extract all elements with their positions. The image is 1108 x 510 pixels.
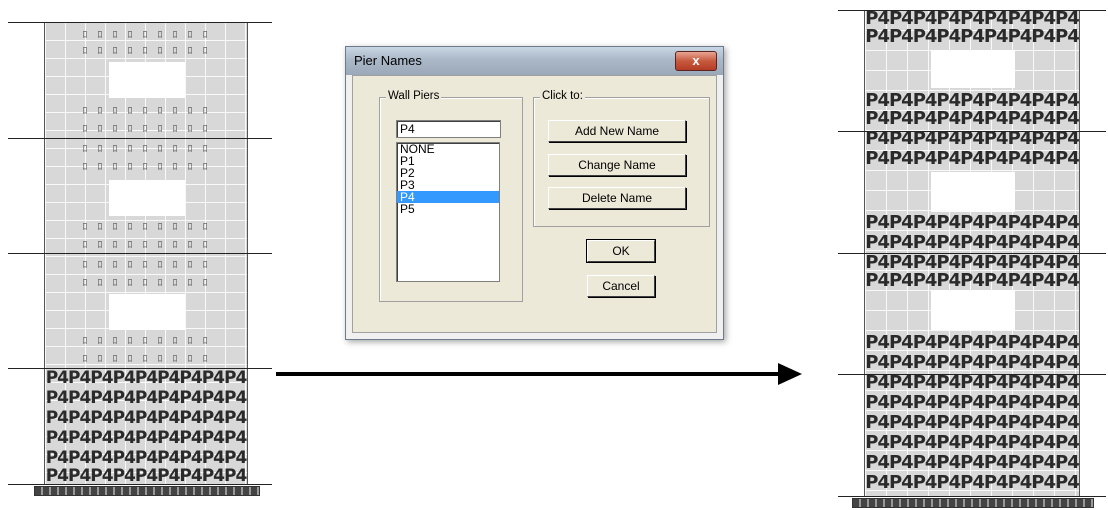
add-new-name-button[interactable]: Add New Name xyxy=(548,120,686,142)
unassigned-marks-row: ﾛ ﾛ ﾛ ﾛ ﾛ ﾛ ﾛ ﾛ ﾛ xyxy=(82,46,210,57)
pier-label-row: P4P4P4P4P4P4P4P4P4 xyxy=(865,432,1079,453)
foundation-base xyxy=(852,498,1094,508)
close-button[interactable]: x xyxy=(675,51,717,71)
right-wall-opening-3 xyxy=(931,290,1015,330)
unassigned-marks-row: ﾛ ﾛ ﾛ ﾛ ﾛ ﾛ ﾛ ﾛ ﾛ xyxy=(82,106,210,117)
click-to-label: Click to: xyxy=(540,90,585,102)
pier-label-row: P4P4P4P4P4P4P4P4P4 xyxy=(865,472,1079,493)
story-level-line xyxy=(838,131,1106,132)
cancel-button[interactable]: Cancel xyxy=(587,275,655,297)
story-level-line xyxy=(8,368,272,369)
unassigned-marks-row: ﾛ ﾛ ﾛ ﾛ ﾛ ﾛ ﾛ ﾛ ﾛ xyxy=(82,278,210,289)
click-to-group: Click to: Add New Name Change Name Delet… xyxy=(533,90,710,227)
wall-piers-group: Wall Piers P4 NONE P1 P2 P3 P4 P5 xyxy=(379,90,523,302)
pier-label-row: P4P4P4P4P4P4P4P4P4 xyxy=(865,332,1079,353)
pier-label-row: P4P4P4P4P4P4P4P4P4 xyxy=(865,232,1079,253)
story-level-line xyxy=(8,253,272,254)
foundation-base xyxy=(34,486,260,496)
wall-piers-label: Wall Piers xyxy=(386,90,442,102)
unassigned-marks-row: ﾛ ﾛ ﾛ ﾛ ﾛ ﾛ ﾛ ﾛ ﾛ xyxy=(82,222,210,233)
unassigned-marks-row: ﾛ ﾛ ﾛ ﾛ ﾛ ﾛ ﾛ ﾛ ﾛ xyxy=(82,30,210,41)
right-wall-opening-1 xyxy=(931,50,1015,88)
story-level-line xyxy=(838,374,1106,375)
left-wall-opening-1 xyxy=(109,62,185,98)
close-icon: x xyxy=(692,53,700,68)
pier-label-row: P4P4P4P4P4P4P4P4P4 xyxy=(865,372,1079,393)
story-level-line xyxy=(8,138,272,139)
pier-label-row: P4P4P4P4P4P4P4P4P4 xyxy=(865,452,1079,473)
pier-label-row: P4P4P4P4P4P4P4P4P4 xyxy=(865,26,1079,47)
arrow-shaft xyxy=(276,372,780,376)
pier-names-dialog: Pier Names x Wall Piers P4 NONE P1 P2 P3… xyxy=(345,46,724,340)
story-level-line xyxy=(838,253,1106,254)
pier-name-input[interactable]: P4 xyxy=(396,120,501,138)
pier-label-row: P4P4P4P4P4P4P4P4P4 xyxy=(865,412,1079,433)
story-level-line xyxy=(838,10,1106,11)
pier-label-row: P4P4P4P4P4P4P4P4P4 xyxy=(865,148,1079,169)
pier-label-row: P4P4P4P4P4P4P4P4P4 xyxy=(45,388,247,408)
pier-label-row: P4P4P4P4P4P4P4P4P4 xyxy=(865,352,1079,373)
pier-list-item[interactable]: P5 xyxy=(397,203,499,215)
unassigned-marks-row: ﾛ ﾛ ﾛ ﾛ ﾛ ﾛ ﾛ ﾛ ﾛ xyxy=(82,124,210,135)
unassigned-marks-row: ﾛ ﾛ ﾛ ﾛ ﾛ ﾛ ﾛ ﾛ ﾛ xyxy=(82,162,210,173)
pier-label-row: P4P4P4P4P4P4P4P4P4 xyxy=(45,428,247,448)
unassigned-marks-row: ﾛ ﾛ ﾛ ﾛ ﾛ ﾛ ﾛ ﾛ ﾛ xyxy=(82,144,210,155)
pier-label-row: P4P4P4P4P4P4P4P4P4 xyxy=(865,270,1079,291)
dialog-client-area: Wall Piers P4 NONE P1 P2 P3 P4 P5 Click … xyxy=(352,75,717,333)
unassigned-marks-row: ﾛ ﾛ ﾛ ﾛ ﾛ ﾛ ﾛ ﾛ ﾛ xyxy=(82,260,210,271)
dialog-titlebar[interactable]: Pier Names x xyxy=(346,47,723,75)
story-level-line xyxy=(8,22,272,23)
pier-label-row: P4P4P4P4P4P4P4P4P4 xyxy=(865,392,1079,413)
unassigned-marks-row: ﾛ ﾛ ﾛ ﾛ ﾛ ﾛ ﾛ ﾛ ﾛ xyxy=(82,336,210,347)
pier-label-row: P4P4P4P4P4P4P4P4P4 xyxy=(865,212,1079,233)
arrow-head-icon xyxy=(778,363,802,385)
pier-label-row: P4P4P4P4P4P4P4P4P4 xyxy=(45,448,247,468)
pier-label-row: P4P4P4P4P4P4P4P4P4 xyxy=(45,466,247,486)
dialog-title: Pier Names xyxy=(354,53,422,68)
left-wall-opening-3 xyxy=(109,294,185,330)
story-level-line xyxy=(8,484,272,485)
right-wall-opening-2 xyxy=(931,172,1015,212)
delete-name-button[interactable]: Delete Name xyxy=(548,187,686,209)
ok-button[interactable]: OK xyxy=(586,239,656,263)
pier-label-row: P4P4P4P4P4P4P4P4P4 xyxy=(865,108,1079,129)
unassigned-marks-row: ﾛ ﾛ ﾛ ﾛ ﾛ ﾛ ﾛ ﾛ ﾛ xyxy=(82,240,210,251)
left-wall-opening-2 xyxy=(109,180,185,216)
pier-listbox[interactable]: NONE P1 P2 P3 P4 P5 xyxy=(396,142,500,282)
change-name-button[interactable]: Change Name xyxy=(548,154,686,176)
pier-label-row: P4P4P4P4P4P4P4P4P4 xyxy=(45,408,247,428)
pier-label-row: P4P4P4P4P4P4P4P4P4 xyxy=(45,368,247,388)
story-level-line xyxy=(838,496,1106,497)
unassigned-marks-row: ﾛ ﾛ ﾛ ﾛ ﾛ ﾛ ﾛ ﾛ ﾛ xyxy=(82,354,210,365)
